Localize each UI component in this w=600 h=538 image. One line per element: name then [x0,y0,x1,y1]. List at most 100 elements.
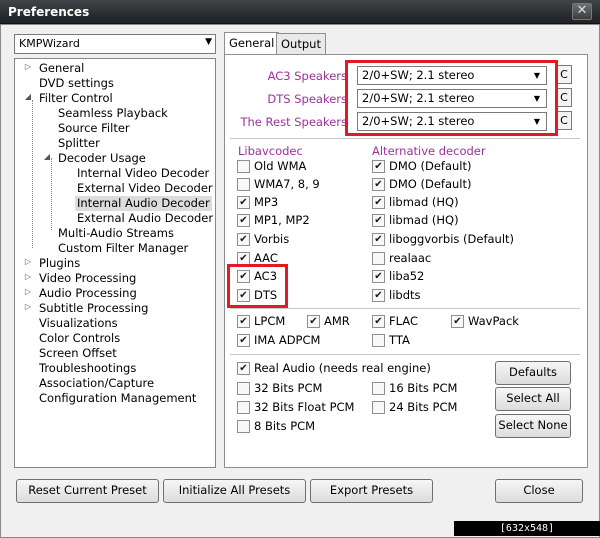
checkbox-box [237,160,250,173]
checkbox-label: 32 Bits PCM [254,381,323,395]
tree-item[interactable]: Screen Offset [39,346,117,361]
pcm-checkbox[interactable]: 32 Bits PCM [237,382,322,398]
checkbox-box: ✔ [372,160,385,173]
checkbox-box: ✔ [372,196,385,209]
expand-icon[interactable]: ▷ [22,62,34,71]
alt-checkbox[interactable]: ✔ libmad (HQ) [372,214,459,230]
initialize-presets-button[interactable]: Initialize All Presets [163,479,306,503]
tree-item[interactable]: Internal Video Decoder [77,166,209,181]
checkbox-label: WMA7, 8, 9 [254,177,320,191]
tree-item[interactable]: Source Filter [58,121,130,136]
format-checkbox[interactable]: ✔ WavPack [451,315,519,331]
checkbox-label: AMR [324,314,350,328]
alt-checkbox[interactable]: ✔ DMO (Default) [372,178,471,194]
tree-item[interactable]: External Video Decoder [77,181,213,196]
ac3-speakers-label: AC3 Speakers [267,69,347,83]
preset-select[interactable]: KMPWizard ▼ [14,34,216,54]
tree-item[interactable]: Decoder Usage [58,151,146,166]
checkbox-box [372,334,385,347]
tree-item[interactable]: Custom Filter Manager [58,241,188,256]
format-checkbox[interactable]: ✔ LPCM [237,315,285,331]
libav-checkbox[interactable]: ✔ MP1, MP2 [237,214,310,230]
checkbox-label: 24 Bits PCM [389,400,458,414]
tree-item[interactable]: Association/Capture [39,376,154,391]
tree-item-selected[interactable]: Internal Audio Decoder [75,196,212,211]
rest-speakers-c-button[interactable]: C [556,111,572,130]
alt-checkbox[interactable]: ✔ libmad (HQ) [372,196,459,212]
alt-decoder-header: Alternative decoder [372,144,486,158]
libav-checkbox[interactable]: ✔ MP3 [237,196,278,212]
real-audio-checkbox[interactable]: ✔ Real Audio (needs real engine) [237,362,431,378]
expand-icon[interactable]: ▷ [22,287,34,296]
checkbox-label: 8 Bits PCM [254,419,316,433]
title-bar: Preferences ✕ [0,0,600,24]
tree-item[interactable]: Configuration Management [39,391,196,406]
tree-connector [32,100,33,248]
export-presets-button[interactable]: Export Presets [310,479,433,503]
pcm-checkbox[interactable]: 8 Bits PCM [237,420,315,436]
libav-checkbox[interactable]: ✔ Vorbis [237,233,289,249]
tree-item[interactable]: Multi-Audio Streams [58,226,174,241]
tree-item[interactable]: Plugins [39,256,80,271]
checkbox-box [237,382,250,395]
checkbox-label: LPCM [254,314,286,328]
tab-output[interactable]: Output [276,33,326,54]
tree-item[interactable]: Video Processing [39,271,136,286]
format-checkbox[interactable]: TTA [372,334,410,350]
checkbox-box [237,401,250,414]
checkbox-box: ✔ [237,334,250,347]
ac3-speakers-c-button[interactable]: C [556,65,572,84]
close-icon[interactable]: ✕ [572,3,592,20]
tree-item[interactable]: Visualizations [39,316,118,331]
checkbox-label: liba52 [389,269,425,283]
checkbox-box: ✔ [237,362,250,375]
checkbox-label: AAC [254,251,278,265]
checkbox-label: TTA [389,333,410,347]
libav-checkbox[interactable]: Old WMA [237,160,306,176]
checkbox-box: ✔ [372,178,385,191]
select-none-button[interactable]: Select None [495,414,571,438]
checkbox-label: WavPack [468,314,519,328]
checkbox-box [372,401,385,414]
alt-checkbox[interactable]: ✔ libdts [372,289,421,305]
reset-preset-button[interactable]: Reset Current Preset [16,479,159,503]
tree-item[interactable]: Subtitle Processing [39,301,148,316]
alt-checkbox[interactable]: ✔ liboggvorbis (Default) [372,233,514,249]
format-checkbox[interactable]: ✔ FLAC [372,315,418,331]
divider [230,138,580,139]
alt-checkbox[interactable]: ✔ liba52 [372,270,424,286]
tree-item[interactable]: Splitter [58,136,100,151]
checkbox-box: ✔ [372,289,385,302]
collapse-icon[interactable]: ◢ [22,92,34,101]
checkbox-box: ✔ [237,233,250,246]
chevron-down-icon: ▼ [205,37,212,47]
libav-checkbox[interactable]: WMA7, 8, 9 [237,178,320,194]
tree-item[interactable]: DVD settings [39,76,114,91]
tree-item[interactable]: Seamless Playback [58,106,168,121]
pcm-checkbox[interactable]: 24 Bits PCM [372,401,457,417]
tree-item[interactable]: Audio Processing [39,286,137,301]
pcm-checkbox[interactable]: 16 Bits PCM [372,382,457,398]
format-checkbox[interactable]: ✔ IMA ADPCM [237,334,320,350]
checkbox-label: liboggvorbis (Default) [389,232,515,246]
pcm-checkbox[interactable]: 32 Bits Float PCM [237,401,354,417]
expand-icon[interactable]: ▷ [22,257,34,266]
tree-item[interactable]: Filter Control [39,91,113,106]
expand-icon[interactable]: ▷ [22,302,34,311]
alt-checkbox[interactable]: ✔ DMO (Default) [372,160,471,176]
defaults-button[interactable]: Defaults [495,361,571,385]
tree-item[interactable]: Troubleshootings [39,361,136,376]
divider [230,354,580,355]
close-button[interactable]: Close [495,479,583,503]
collapse-icon[interactable]: ◢ [41,152,53,161]
checkbox-box [372,382,385,395]
tree-item[interactable]: External Audio Decoder [77,211,213,226]
tree-item[interactable]: General [39,61,84,76]
tab-general[interactable]: General [224,32,280,55]
format-checkbox[interactable]: ✔ AMR [307,315,350,331]
select-all-button[interactable]: Select All [495,387,571,411]
expand-icon[interactable]: ▷ [22,272,34,281]
alt-checkbox[interactable]: realaac [372,252,431,268]
tree-item[interactable]: Color Controls [39,331,120,346]
dts-speakers-c-button[interactable]: C [556,88,572,107]
